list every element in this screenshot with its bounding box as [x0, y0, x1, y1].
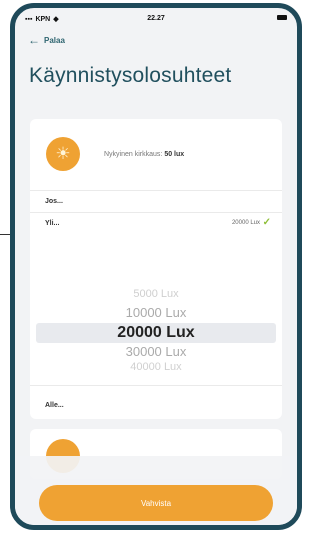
status-bar: ▪▪▪ KPN ◆ 22.27	[15, 8, 297, 30]
selected-lux-value: 20000 Lux	[231, 220, 260, 226]
current-light-text: Nykyinen kirkkaus: 50 lux	[104, 151, 184, 158]
current-light-label: Nykyinen kirkkaus:	[104, 150, 163, 158]
divider	[30, 385, 282, 386]
picker-option[interactable]: 40000 Lux	[30, 361, 282, 373]
confirm-button[interactable]: Vahvista	[39, 485, 273, 521]
condition-row-below[interactable]: Alle...	[45, 402, 64, 409]
status-time: 22.27	[147, 15, 165, 22]
sun-icon: ☀	[46, 137, 80, 171]
phone-screen: ▪▪▪ KPN ◆ 22.27 ← Palaa Käynnistysolosuh…	[10, 3, 302, 530]
divider	[30, 212, 282, 213]
current-light-value: 50 lux	[164, 150, 185, 158]
status-right	[277, 15, 287, 22]
picker-option[interactable]: 30000 Lux	[30, 344, 282, 359]
picker-option[interactable]: 10000 Lux	[30, 305, 282, 320]
divider	[30, 190, 282, 191]
current-light-row: ☀ Nykyinen kirkkaus: 50 lux	[46, 137, 272, 171]
back-button[interactable]: ← Palaa	[15, 30, 297, 50]
page-title: Käynnistysolosuhteet	[29, 64, 232, 87]
check-icon: ✓	[262, 217, 271, 228]
conditions-card: ☀ Nykyinen kirkkaus: 50 lux Jos... Yli..…	[30, 119, 282, 419]
back-arrow-icon: ←	[28, 33, 40, 47]
picker-option-selected[interactable]: 20000 Lux	[30, 324, 282, 342]
lux-picker[interactable]: 5000 Lux 10000 Lux 20000 Lux 30000 Lux 4…	[30, 288, 282, 389]
picker-option[interactable]: 5000 Lux	[30, 288, 282, 300]
back-label: Palaa	[44, 35, 65, 45]
condition-row-above[interactable]: Yli...	[45, 220, 59, 227]
battery-icon	[277, 15, 287, 20]
condition-row-first[interactable]: Jos...	[45, 198, 63, 205]
